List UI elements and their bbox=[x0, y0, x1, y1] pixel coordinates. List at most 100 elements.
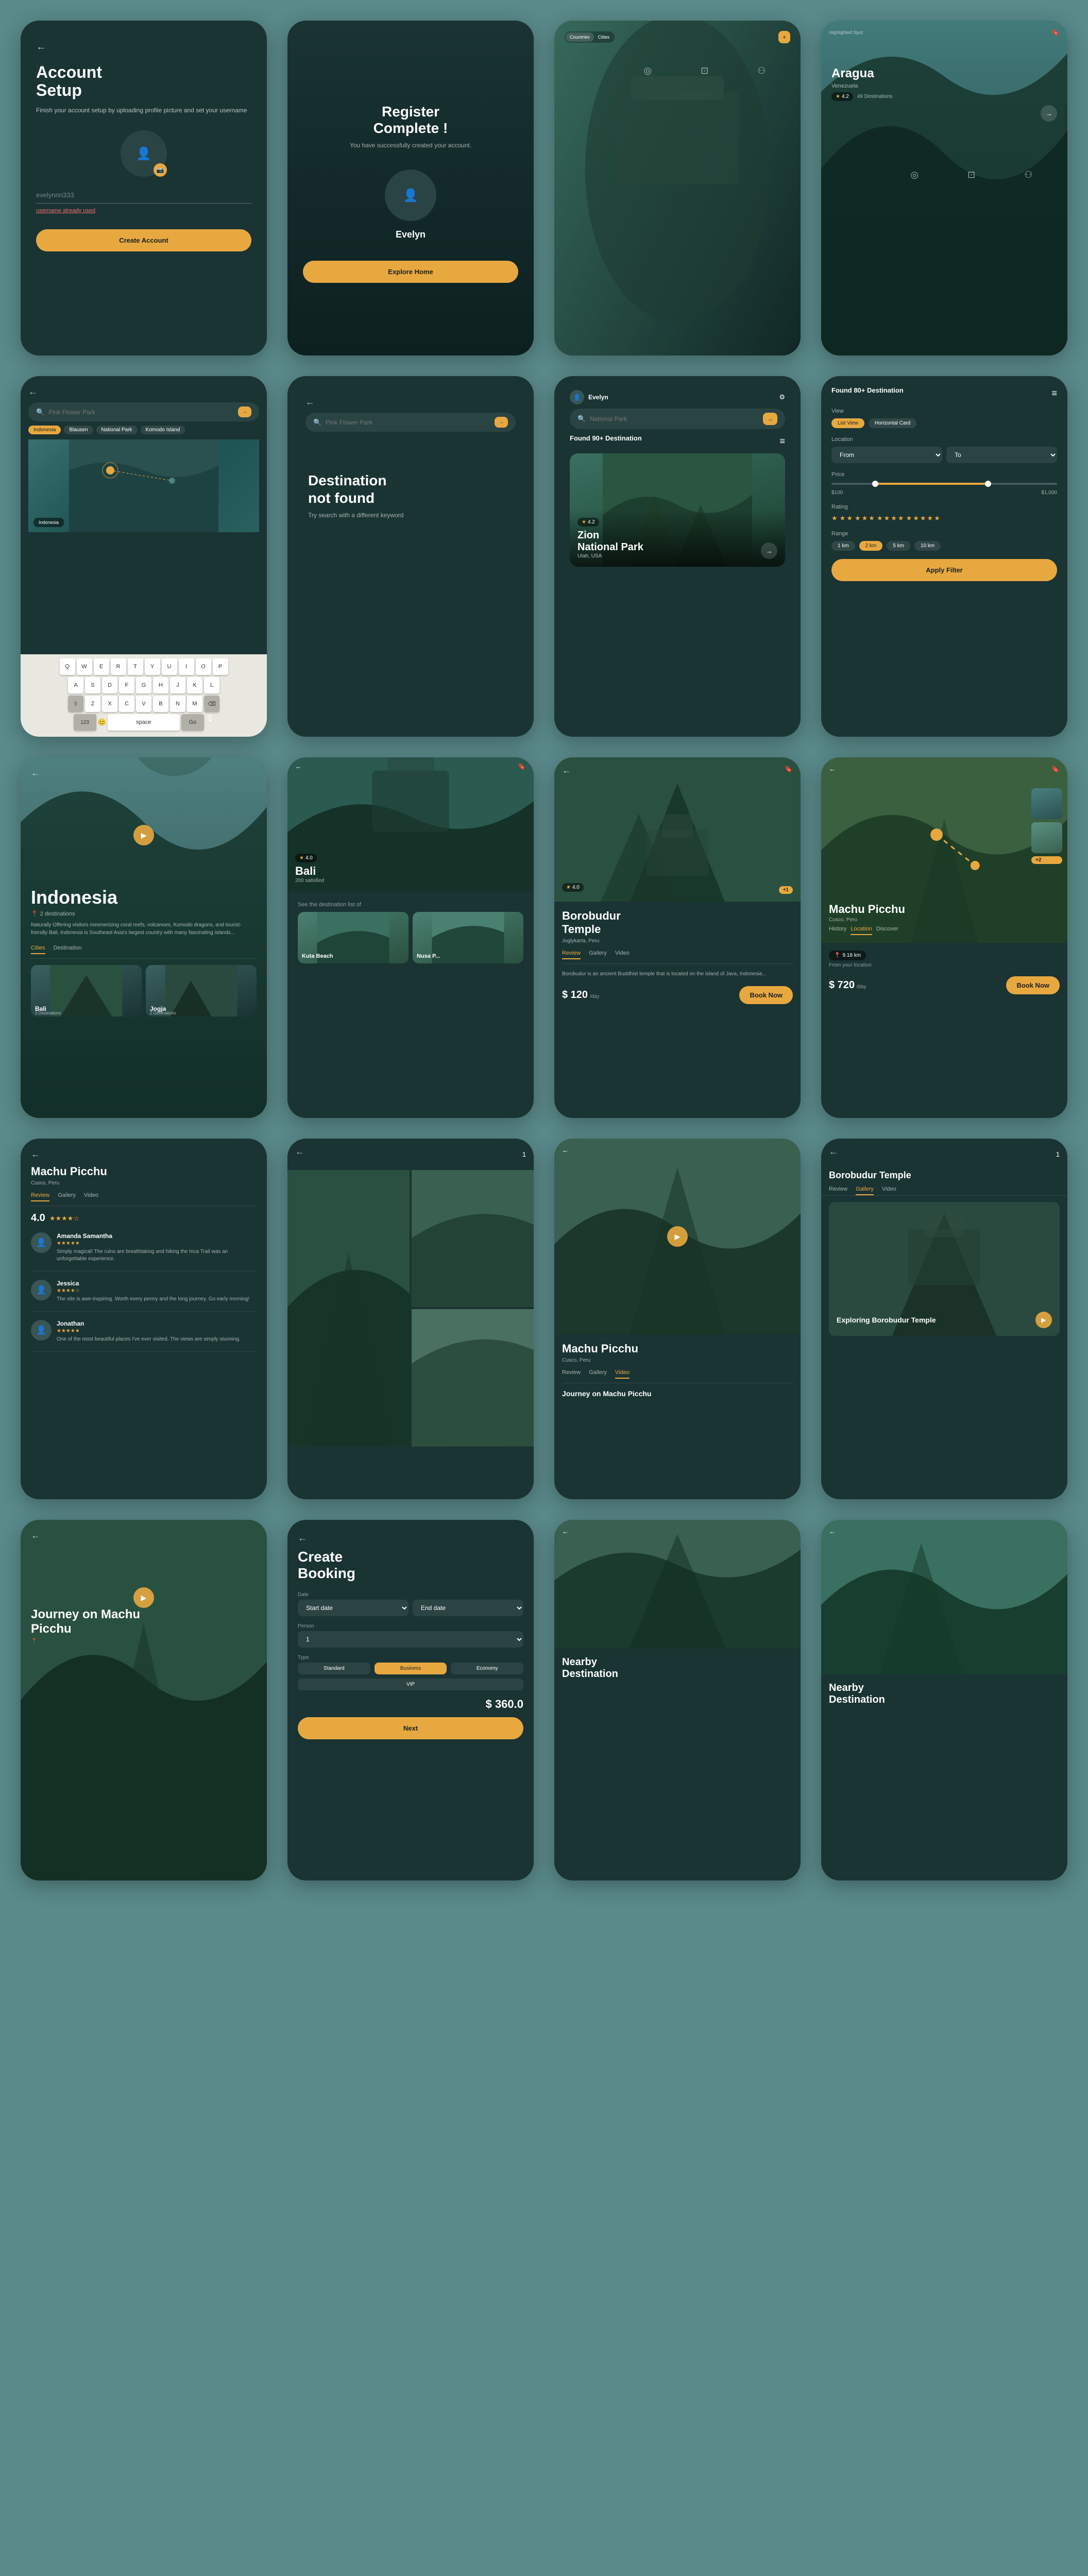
search-bar-np[interactable]: 🔍 → bbox=[570, 409, 785, 429]
filter-icon[interactable]: ≡ bbox=[1051, 388, 1057, 399]
bali-save[interactable]: 🔖 bbox=[518, 762, 526, 771]
nav-compass-icon[interactable]: ◎ bbox=[910, 170, 919, 180]
zion-forward-button[interactable]: → bbox=[761, 543, 777, 559]
nearby-back-2[interactable]: ← bbox=[829, 1528, 836, 1535]
gallery-cell-1[interactable] bbox=[287, 1170, 410, 1447]
type-vip[interactable]: VIP bbox=[298, 1679, 523, 1690]
machu-back[interactable]: ← bbox=[829, 765, 836, 773]
aragua-save-icon[interactable]: 🔖 bbox=[1051, 28, 1060, 37]
username-link[interactable]: username already used bbox=[36, 208, 251, 214]
nav-person-icon[interactable]: ⚇ bbox=[1024, 170, 1032, 180]
key-r[interactable]: R bbox=[111, 658, 126, 675]
star-group-1[interactable]: ★ bbox=[831, 514, 838, 522]
key-shift[interactable]: ⇧ bbox=[68, 696, 83, 712]
back-arrow[interactable]: ← bbox=[829, 1146, 838, 1157]
thumb-2[interactable] bbox=[1031, 822, 1062, 853]
thumb-1[interactable] bbox=[1031, 788, 1062, 819]
key-123[interactable]: 123 bbox=[74, 714, 96, 731]
booking-next-button[interactable]: Next bbox=[298, 1717, 523, 1739]
explore-home-button[interactable]: Explore Home bbox=[303, 261, 518, 283]
tab-history[interactable]: History bbox=[829, 926, 846, 935]
result-card-zion[interactable]: ★ 4.2 Zion National Park Utah, USA → bbox=[570, 453, 785, 567]
tab-discover[interactable]: Discover bbox=[876, 926, 898, 935]
destination-action-icon[interactable]: + bbox=[778, 31, 790, 43]
nav-compass-icon[interactable]: ◎ bbox=[643, 65, 652, 76]
machu-book-button[interactable]: Book Now bbox=[1006, 976, 1060, 994]
date-from-select[interactable]: Start date bbox=[298, 1600, 409, 1616]
back-arrow[interactable]: ← bbox=[298, 1533, 523, 1544]
tab-cities[interactable]: Cities bbox=[31, 945, 45, 954]
key-m[interactable]: M bbox=[187, 696, 202, 712]
type-economy[interactable]: Economy bbox=[451, 1663, 523, 1674]
gallery-cell-2[interactable] bbox=[412, 1170, 534, 1307]
journey-play-button[interactable]: ▶ bbox=[133, 1587, 154, 1608]
view-card-option[interactable]: Horizontal Card bbox=[869, 418, 916, 428]
tag-indonesia[interactable]: Indonesia bbox=[28, 426, 61, 434]
key-f[interactable]: F bbox=[119, 677, 134, 693]
tab-video[interactable]: Video bbox=[882, 1186, 896, 1195]
back-arrow[interactable]: ← bbox=[295, 1146, 304, 1157]
tab-review[interactable]: Review bbox=[829, 1186, 847, 1195]
tab-review[interactable]: Review bbox=[562, 950, 581, 959]
back-arrow[interactable]: ← bbox=[305, 397, 516, 408]
key-k[interactable]: K bbox=[187, 677, 202, 693]
key-l[interactable]: L bbox=[204, 677, 219, 693]
tab-video[interactable]: Video bbox=[615, 1369, 630, 1379]
mini-card-bali[interactable]: Bali 3 Destinations bbox=[31, 965, 142, 1016]
range-5km[interactable]: 5 km bbox=[887, 541, 910, 551]
key-p[interactable]: P bbox=[213, 658, 228, 675]
star-group-2[interactable]: ★ ★ bbox=[840, 514, 853, 522]
camera-badge-icon[interactable]: 📷 bbox=[154, 163, 167, 177]
price-thumb-max[interactable] bbox=[985, 481, 991, 487]
key-t[interactable]: T bbox=[128, 658, 143, 675]
mic-icon[interactable]: 🎙 bbox=[206, 714, 214, 731]
settings-icon[interactable]: ⚙ bbox=[779, 393, 785, 401]
tab-video[interactable]: Video bbox=[84, 1192, 98, 1201]
nav-person-icon[interactable]: ⚇ bbox=[757, 65, 766, 76]
search-np-input[interactable] bbox=[590, 415, 759, 422]
range-10km[interactable]: 10 km bbox=[914, 541, 941, 551]
back-arrow-icon[interactable]: ← bbox=[36, 41, 251, 53]
borobudur-save[interactable]: 🔖 bbox=[785, 765, 793, 773]
key-s[interactable]: S bbox=[85, 677, 100, 693]
filter-icon[interactable]: ≡ bbox=[779, 436, 785, 447]
tab-gallery[interactable]: Gallery bbox=[589, 1369, 607, 1379]
person-select[interactable]: 1 bbox=[298, 1631, 523, 1648]
tab-location[interactable]: Location bbox=[851, 926, 872, 935]
back-arrow[interactable]: ← bbox=[562, 765, 571, 776]
username-input[interactable] bbox=[36, 187, 251, 204]
key-o[interactable]: O bbox=[196, 658, 211, 675]
search-bar-not-found[interactable]: 🔍 → bbox=[305, 413, 516, 432]
tab-gallery[interactable]: Gallery bbox=[589, 950, 607, 959]
key-g[interactable]: G bbox=[136, 677, 151, 693]
mini-card-jogja[interactable]: Jogja 2 Destinations bbox=[146, 965, 257, 1016]
search-bar[interactable]: 🔍 → bbox=[28, 402, 259, 421]
price-range-bar[interactable] bbox=[831, 483, 1057, 485]
location-to-select[interactable]: To bbox=[946, 447, 1057, 463]
key-e[interactable]: E bbox=[94, 658, 109, 675]
key-a[interactable]: A bbox=[68, 677, 83, 693]
key-go[interactable]: Go bbox=[181, 714, 204, 731]
play-icon[interactable]: ▶ bbox=[667, 1226, 688, 1247]
search-submit-icon[interactable]: → bbox=[238, 406, 251, 417]
key-i[interactable]: I bbox=[179, 658, 194, 675]
video-play-button[interactable]: ▶ bbox=[667, 1226, 688, 1247]
key-n[interactable]: N bbox=[170, 696, 185, 712]
tab-video[interactable]: Video bbox=[615, 950, 630, 959]
date-to-select[interactable]: End date bbox=[413, 1600, 523, 1616]
back-arrow[interactable]: ← bbox=[31, 1530, 257, 1541]
key-y[interactable]: Y bbox=[145, 658, 160, 675]
tab-destination[interactable]: Destination bbox=[54, 945, 82, 954]
machu-save[interactable]: 🔖 bbox=[1051, 765, 1060, 773]
key-x[interactable]: X bbox=[102, 696, 117, 712]
keyboard-area[interactable]: Q W E R T Y U I O P A S D F G H J K L bbox=[21, 654, 267, 737]
key-v[interactable]: V bbox=[136, 696, 151, 712]
indonesia-play-button[interactable]: ▶ bbox=[133, 825, 154, 845]
range-2km[interactable]: 2 km bbox=[859, 541, 883, 551]
star-group-5[interactable]: ★ ★ ★ ★ ★ bbox=[906, 514, 940, 522]
star-group-4[interactable]: ★ ★ ★ ★ bbox=[877, 514, 904, 522]
gallery-cell-3[interactable] bbox=[412, 1309, 534, 1446]
key-c[interactable]: C bbox=[119, 696, 134, 712]
tab-cities[interactable]: Cities bbox=[594, 32, 614, 42]
back-arrow[interactable]: ← bbox=[28, 386, 259, 397]
